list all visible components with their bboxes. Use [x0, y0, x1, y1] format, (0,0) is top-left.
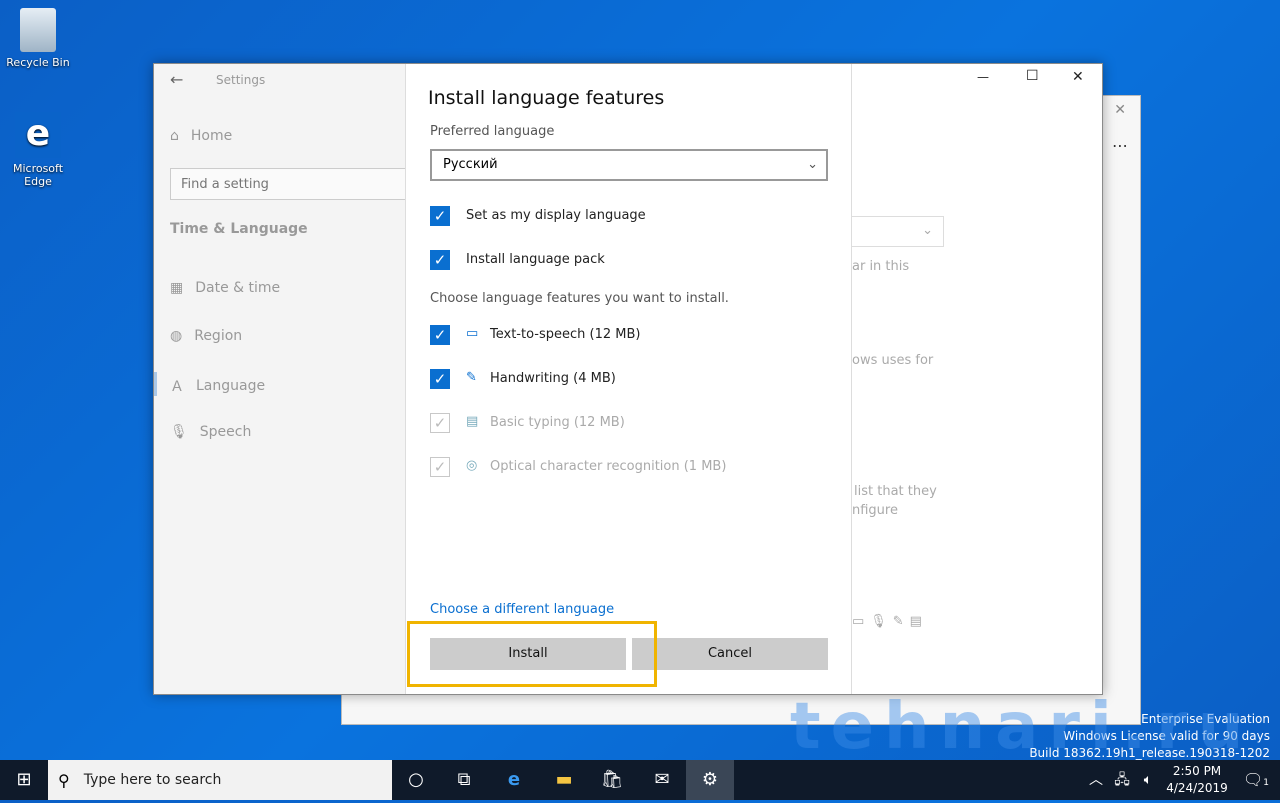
- network-icon[interactable]: 🖧: [1110, 760, 1134, 800]
- close-icon[interactable]: ✕: [1114, 102, 1126, 118]
- speech-bubble-icon: ▭: [466, 326, 479, 341]
- microphone-icon: 🎙︎: [170, 424, 188, 440]
- search-input[interactable]: [170, 168, 410, 200]
- ocr-checkbox: ✓: [430, 457, 450, 477]
- preferred-language-dropdown[interactable]: Русский ⌄: [430, 149, 828, 181]
- language-pack-checkbox[interactable]: ✓: [430, 250, 450, 270]
- store-icon[interactable]: 🛍︎: [588, 760, 636, 800]
- file-explorer-icon[interactable]: ▬: [540, 760, 588, 800]
- feature-icons: ▭🎙︎✎▤: [852, 614, 928, 629]
- recycle-bin-icon: [20, 8, 56, 52]
- desktop-icon-edge[interactable]: e Microsoft Edge: [0, 112, 76, 188]
- taskbar: ⊞ ⚲ Type here to search ○ ⧉ e ▬ 🛍︎ ✉ ⚙ ︿…: [0, 760, 1280, 800]
- notifications-icon[interactable]: 🗨︎1: [1232, 760, 1280, 800]
- keyboard-icon: ▤: [466, 414, 479, 429]
- choose-different-language-link[interactable]: Choose a different language: [430, 602, 614, 617]
- window-title: Settings: [216, 73, 266, 87]
- edge-taskbar-icon[interactable]: e: [490, 760, 538, 800]
- sidebar-item-date-time[interactable]: ▦ Date & time: [170, 280, 280, 296]
- dialog-title: Install language features: [428, 87, 665, 109]
- section-title: Time & Language: [170, 221, 308, 237]
- task-view-icon[interactable]: ⧉: [440, 760, 488, 800]
- faded-dropdown: ⌄: [852, 216, 944, 247]
- desktop-icon-recycle-bin[interactable]: Recycle Bin: [0, 8, 76, 69]
- sidebar-item-region[interactable]: ◍ Region: [170, 328, 242, 344]
- back-arrow-icon[interactable]: ←: [170, 70, 183, 89]
- language-icon: Ａ: [170, 379, 184, 395]
- sidebar: ← Settings ⌂Home Time & Language ▦Date &…: [154, 64, 410, 694]
- sidebar-item-speech[interactable]: 🎙︎ Speech: [170, 424, 251, 440]
- install-language-dialog: Install language features Preferred lang…: [405, 64, 852, 694]
- more-icon[interactable]: ⋯: [1112, 136, 1128, 155]
- close-button[interactable]: ✕: [1072, 69, 1084, 85]
- sidebar-item-language[interactable]: Ａ Language: [170, 376, 265, 396]
- mail-icon[interactable]: ✉: [638, 760, 686, 800]
- globe-icon: ◍: [170, 328, 183, 344]
- background-content: ⌄ ar in this ows uses for list that they…: [852, 68, 1084, 629]
- maximize-button[interactable]: ☐: [1026, 68, 1039, 84]
- basic-typing-checkbox: ✓: [430, 413, 450, 433]
- site-watermark: tehnari.ru: [790, 690, 1254, 764]
- cancel-button[interactable]: Cancel: [632, 638, 828, 670]
- settings-window: ← Settings ⌂Home Time & Language ▦Date &…: [153, 63, 1103, 695]
- selected-indicator: [154, 372, 157, 396]
- highlight-box: [407, 621, 657, 687]
- home-icon: ⌂: [170, 128, 179, 144]
- volume-icon[interactable]: 🔈︎: [1136, 760, 1160, 800]
- chevron-up-icon[interactable]: ︿: [1084, 760, 1108, 800]
- display-language-checkbox[interactable]: ✓: [430, 206, 450, 226]
- edge-icon: e: [15, 112, 61, 158]
- settings-taskbar-icon[interactable]: ⚙: [686, 760, 734, 800]
- cortana-icon[interactable]: ○: [392, 760, 440, 800]
- clock[interactable]: 2:50 PM 4/24/2019: [1162, 763, 1232, 797]
- sidebar-item-home[interactable]: ⌂ Home: [170, 128, 232, 144]
- taskbar-search[interactable]: ⚲ Type here to search: [48, 760, 392, 800]
- handwriting-checkbox[interactable]: ✓: [430, 369, 450, 389]
- calendar-clock-icon: ▦: [170, 280, 184, 296]
- tts-checkbox[interactable]: ✓: [430, 325, 450, 345]
- chevron-down-icon: ⌄: [807, 157, 818, 172]
- ocr-icon: ◎: [466, 458, 478, 473]
- minimize-button[interactable]: —: [977, 70, 989, 84]
- start-button[interactable]: ⊞: [0, 760, 48, 800]
- pen-icon: ✎: [466, 370, 477, 385]
- search-icon: ⚲: [58, 770, 70, 790]
